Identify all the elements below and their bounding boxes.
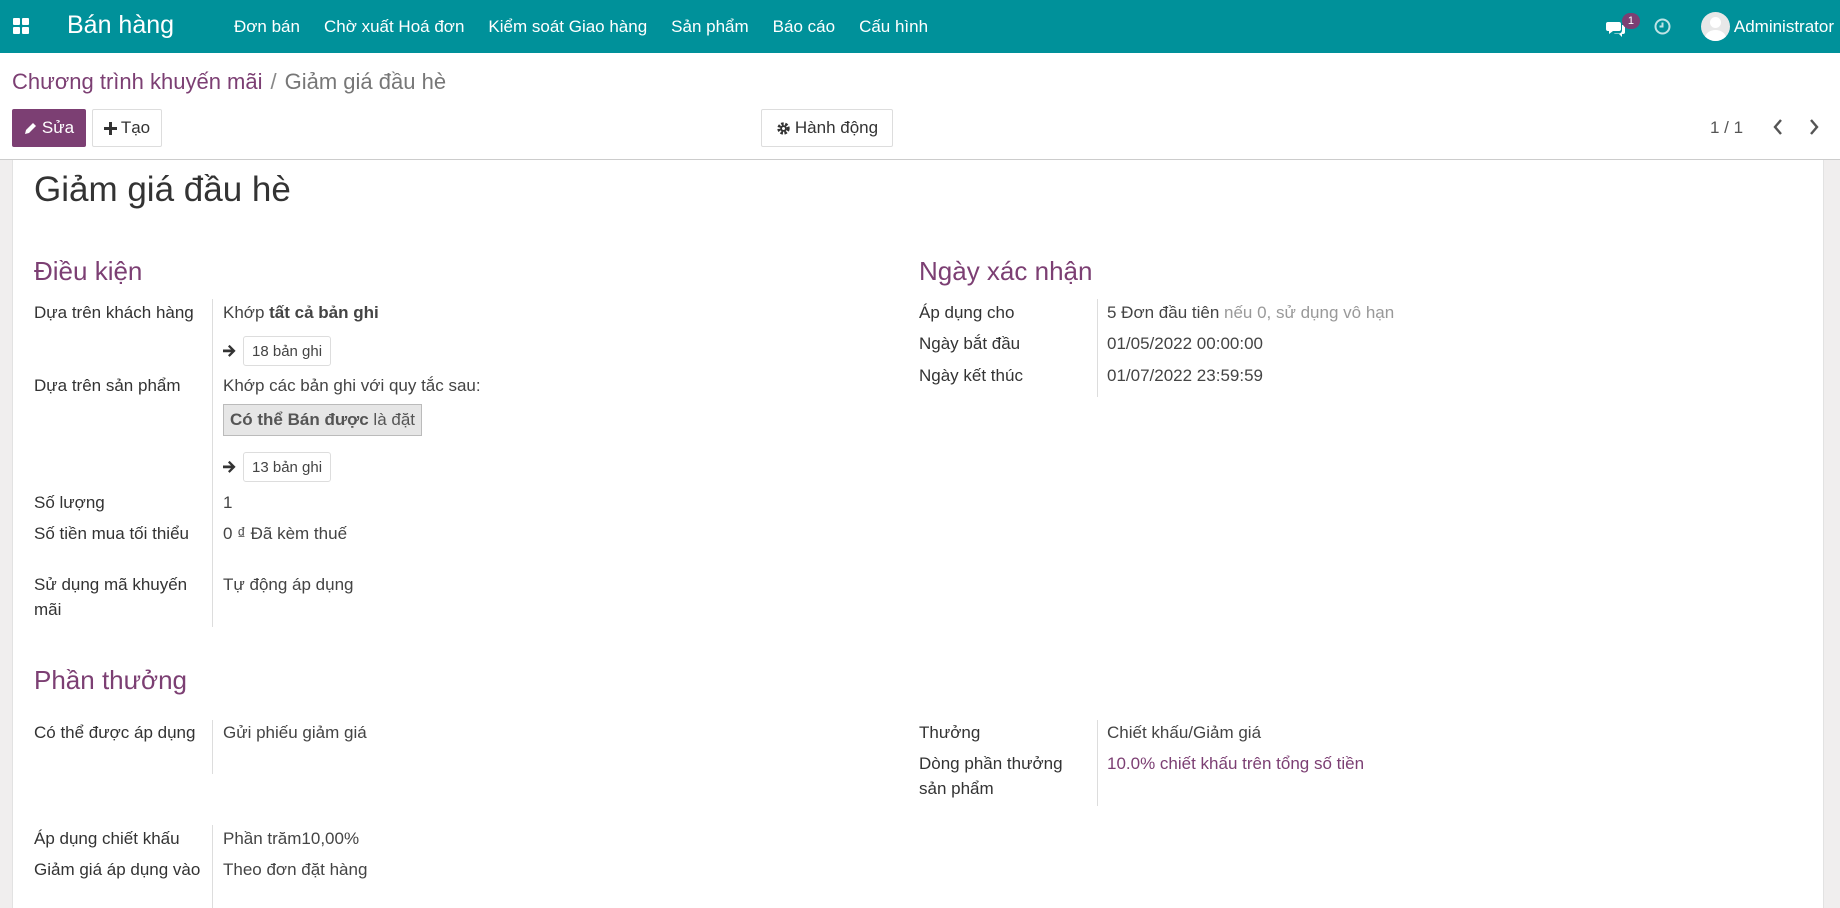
menu-item-to-invoice[interactable]: Chờ xuất Hoá đơn — [324, 17, 464, 37]
apply-on-value: 5 Đơn đầu tiên nếu 0, sử dụng vô hạn — [1107, 303, 1395, 322]
end-date-label: Ngày kết thúc — [919, 366, 1023, 385]
record-title: Giảm giá đầu hè — [34, 170, 291, 209]
menu-item-configuration[interactable]: Cấu hình — [859, 17, 928, 37]
reward-type-value: Chiết khấu/Giảm giá — [1107, 723, 1262, 742]
control-panel: Chương trình khuyến mãi / Giảm giá đầu hè … — [0, 53, 1840, 160]
validity-heading: Ngày xác nhận — [919, 256, 1093, 286]
customer-rule-value: Khớp tất cả bản ghi — [223, 303, 379, 322]
end-date-value: 01/07/2022 23:59:59 — [1107, 366, 1263, 385]
chevron-left-icon[interactable] — [1771, 118, 1785, 141]
arrow-right-icon — [223, 460, 236, 473]
pencil-icon — [24, 123, 36, 134]
chat-count-badge: 1 — [1621, 12, 1640, 29]
user-name[interactable]: Administrator — [1734, 17, 1834, 37]
systray: 1 Administrator — [1605, 0, 1834, 53]
discount-divider — [212, 825, 213, 908]
applicable-value: Gửi phiếu giảm giá — [223, 723, 367, 742]
rewards-heading: Phần thưởng — [34, 665, 188, 695]
breadcrumb-parent[interactable]: Chương trình khuyến mãi — [12, 69, 263, 94]
app-name[interactable]: Bán hàng — [67, 11, 174, 40]
scrollbar[interactable] — [1828, 160, 1840, 908]
discount-type-value: Phần trăm10,00% — [223, 829, 360, 848]
promo-code-value: Tự động áp dụng — [223, 575, 354, 594]
menu-item-products[interactable]: Sản phẩm — [671, 17, 749, 37]
chevron-right-icon[interactable] — [1807, 118, 1821, 141]
breadcrumb-separator: / — [270, 69, 277, 94]
action-button-label: Hành động — [794, 118, 879, 137]
chat-icon[interactable]: 1 — [1605, 12, 1640, 37]
form-sheet: Giảm giá đầu hè Điều kiện Dựa trên khách… — [12, 160, 1824, 908]
action-button[interactable]: Hành động — [761, 109, 893, 147]
customer-records-count: 18 bản ghi — [243, 336, 332, 366]
plus-icon — [103, 121, 117, 135]
quantity-value: 1 — [223, 493, 233, 512]
create-button-label: Tạo — [120, 118, 151, 137]
validity-divider — [1097, 299, 1098, 397]
product-rule-value: Khớp các bản ghi với quy tắc sau: — [223, 376, 481, 395]
main-menu: Đơn bán Chờ xuất Hoá đơn Kiểm soát Giao … — [234, 0, 952, 53]
conditions-heading: Điều kiện — [34, 256, 143, 286]
breadcrumb-current: Giảm giá đầu hè — [284, 69, 447, 94]
applicable-label: Có thể được áp dụng — [34, 723, 196, 742]
rewards-divider-right — [1097, 720, 1098, 806]
top-navbar: Bán hàng Đơn bán Chờ xuất Hoá đơn Kiểm s… — [0, 0, 1840, 53]
product-domain-rule: Có thể Bán được là đặt — [223, 404, 423, 436]
discount-apply-on-value: Theo đơn đặt hàng — [223, 860, 368, 879]
discount-type-label: Áp dụng chiết khấu — [34, 829, 180, 848]
menu-item-delivery-control[interactable]: Kiểm soát Giao hàng — [488, 17, 647, 37]
reward-line-label: Dòng phần thưởng sản phẩm — [919, 754, 1063, 798]
apply-on-label: Áp dụng cho — [919, 303, 1015, 322]
activity-clock-icon[interactable] — [1654, 18, 1671, 35]
customer-rule-label: Dựa trên khách hàng — [34, 303, 194, 322]
menu-item-orders[interactable]: Đơn bán — [234, 17, 300, 37]
reward-line-value[interactable]: 10.0% chiết khấu trên tổng số tiền — [1107, 751, 1364, 776]
apps-menu-icon[interactable] — [13, 18, 29, 34]
gear-icon — [777, 121, 790, 135]
min-amount-value: 0 ₫ Đã kèm thuế — [223, 524, 348, 543]
product-records-button[interactable]: 13 bản ghi — [223, 452, 332, 482]
discount-apply-on-label: Giảm giá áp dụng vào — [34, 860, 201, 879]
promo-code-label: Sử dụng mã khuyến mãi — [34, 575, 188, 619]
start-date-label: Ngày bắt đầu — [919, 334, 1021, 353]
rewards-divider-left — [212, 720, 213, 774]
breadcrumb: Chương trình khuyến mãi / Giảm giá đầu hè — [12, 69, 446, 95]
reward-type-label: Thưởng — [919, 723, 981, 742]
customer-records-button[interactable]: 18 bản ghi — [223, 336, 332, 366]
menu-item-reporting[interactable]: Báo cáo — [773, 17, 835, 37]
min-amount-label: Số tiền mua tối thiểu — [34, 524, 189, 543]
pager-value[interactable]: 1 / 1 — [1710, 118, 1743, 138]
quantity-label: Số lượng — [34, 493, 105, 512]
conditions-divider — [212, 299, 213, 627]
product-rule-label: Dựa trên sản phẩm — [34, 376, 181, 395]
arrow-right-icon — [223, 344, 236, 357]
create-button[interactable]: Tạo — [92, 109, 162, 147]
product-records-count: 13 bản ghi — [243, 452, 332, 482]
edit-button[interactable]: Sửa — [12, 109, 86, 147]
edit-button-label: Sửa — [41, 118, 75, 137]
user-avatar[interactable] — [1700, 12, 1730, 41]
start-date-value: 01/05/2022 00:00:00 — [1107, 334, 1263, 353]
